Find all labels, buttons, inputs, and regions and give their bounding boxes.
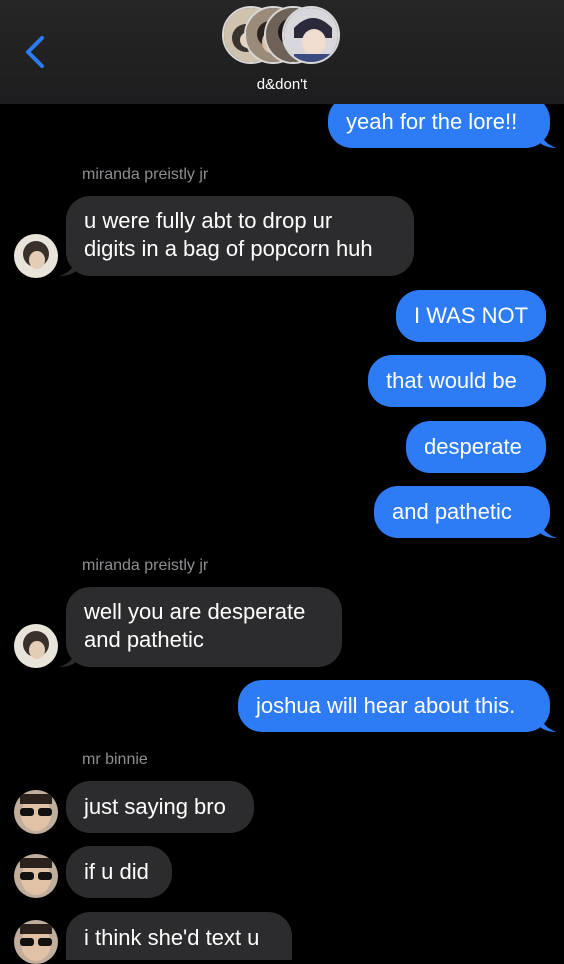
bubble-tail <box>539 520 557 538</box>
bubble-tail <box>59 649 77 667</box>
message-text: desperate <box>424 434 522 459</box>
bubble-tail <box>539 714 557 732</box>
sender-avatar[interactable] <box>14 624 58 668</box>
bubble-tail <box>59 258 77 276</box>
sender-name: miranda preistly jr <box>82 166 209 183</box>
incoming-message[interactable]: if u did <box>66 846 172 898</box>
outgoing-message[interactable]: and pathetic <box>374 486 557 538</box>
message-text: yeah for the lore!! <box>346 109 518 134</box>
incoming-message[interactable]: i think she'd text u <box>66 912 292 960</box>
sender-name: mr binnie <box>82 751 148 768</box>
message-text: and pathetic <box>84 627 204 652</box>
outgoing-message[interactable]: I WAS NOT <box>396 290 546 342</box>
message-text: well you are desperate <box>84 599 306 624</box>
conversation-header: d&don't <box>0 0 564 104</box>
message-text: joshua will hear about this. <box>256 693 516 718</box>
message-text: i think she'd text u <box>84 925 260 950</box>
group-avatar-stack[interactable] <box>222 6 342 68</box>
outgoing-message[interactable]: joshua will hear about this. <box>238 680 557 732</box>
message-text: I WAS NOT <box>414 303 529 328</box>
group-member-avatar <box>282 6 340 64</box>
bubble-tail <box>539 130 557 148</box>
incoming-message[interactable]: just saying bro <box>66 781 254 833</box>
message-text: digits in a bag of popcorn huh <box>84 236 373 261</box>
outgoing-message[interactable]: desperate <box>406 421 546 473</box>
sender-avatar[interactable] <box>14 920 58 964</box>
sender-avatar[interactable] <box>14 790 58 834</box>
message-text: u were fully abt to drop ur <box>84 208 333 233</box>
outgoing-message[interactable]: that would be <box>368 355 546 407</box>
message-text: and pathetic <box>392 499 512 524</box>
group-name[interactable]: d&don't <box>0 76 564 93</box>
back-chevron-icon[interactable] <box>22 34 50 70</box>
sender-avatar[interactable] <box>14 854 58 898</box>
sender-name: miranda preistly jr <box>82 557 209 574</box>
incoming-message[interactable]: well you are desperate and pathetic <box>59 587 342 667</box>
message-text: if u did <box>84 859 149 884</box>
sender-avatar[interactable] <box>14 234 58 278</box>
incoming-message[interactable]: u were fully abt to drop ur digits in a … <box>59 196 414 276</box>
message-text: that would be <box>386 368 517 393</box>
message-text: just saying bro <box>84 794 226 819</box>
